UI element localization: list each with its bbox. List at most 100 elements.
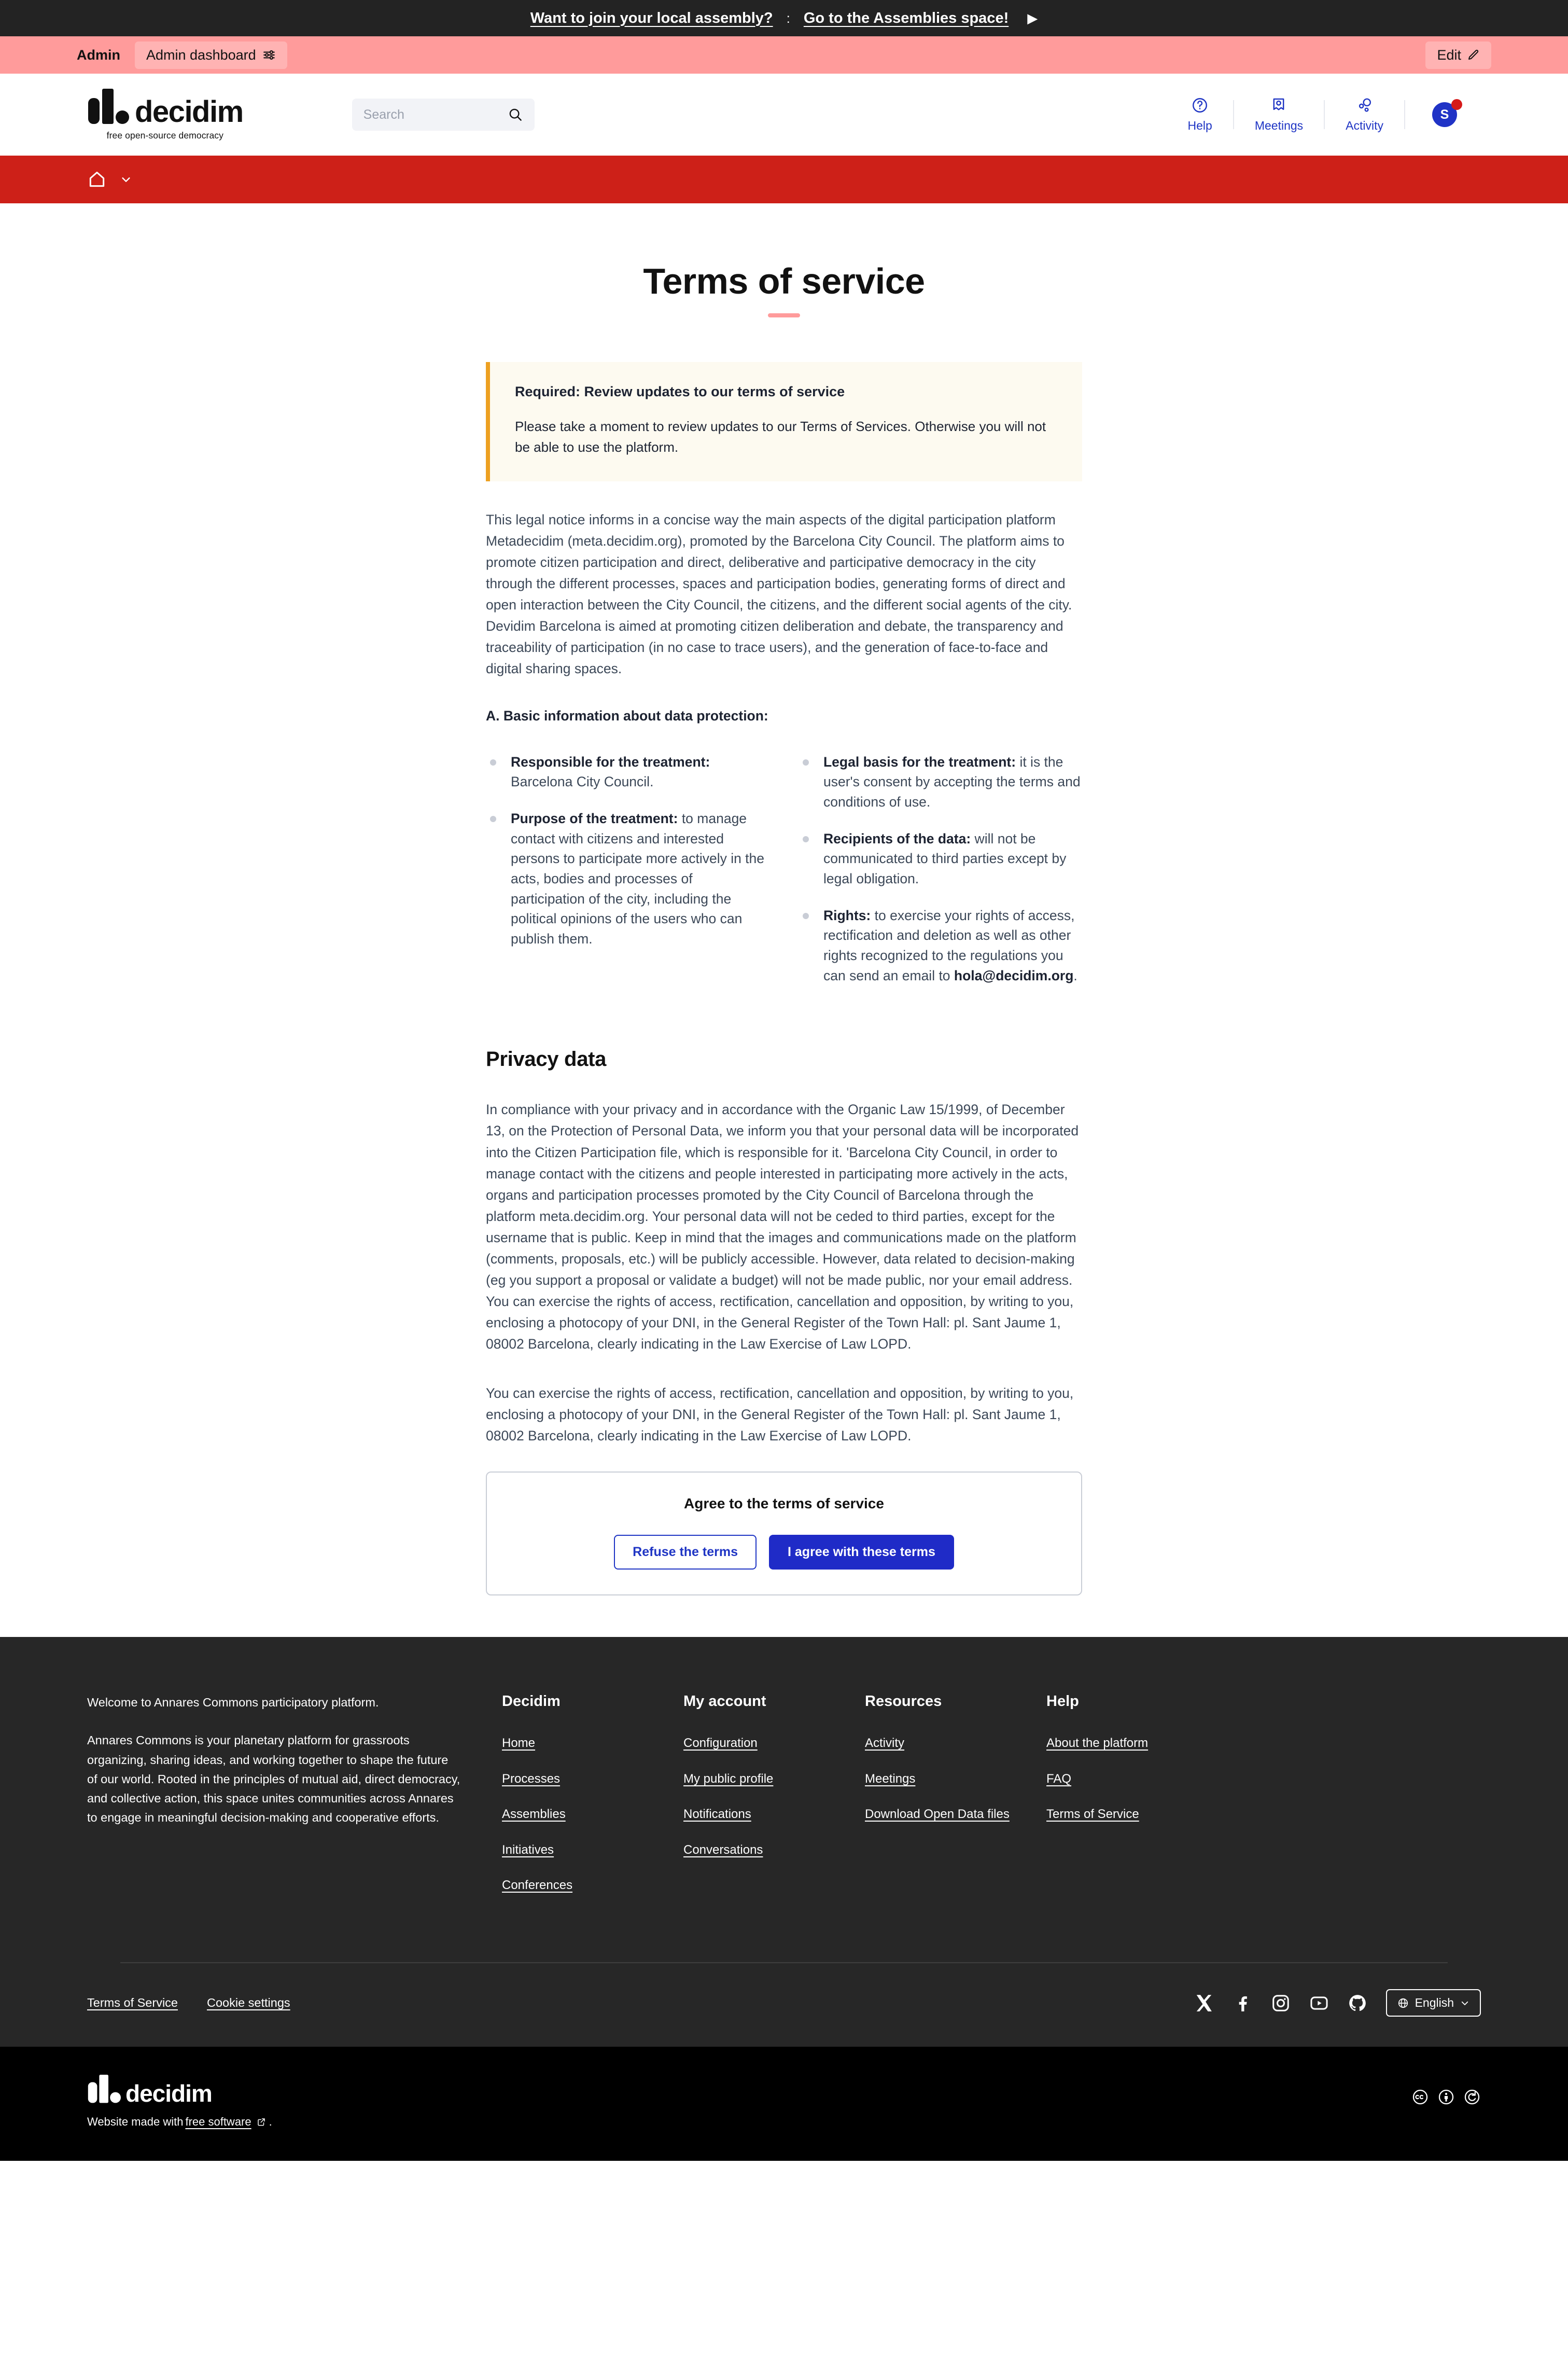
privacy-data-heading: Privacy data [486, 1048, 607, 1071]
list-item: Rights: to exercise your rights of acces… [799, 906, 1082, 986]
data-protection-columns: Responsible for the treatment: Barcelona… [486, 752, 1082, 1003]
callout-title: Required: Review updates to our terms of… [515, 384, 845, 399]
home-icon[interactable] [87, 170, 107, 189]
bullets-column-right: Legal basis for the treatment: it is the… [799, 752, 1082, 1003]
footer-link-faq[interactable]: FAQ [1046, 1771, 1202, 1787]
external-link-icon [254, 2117, 269, 2127]
search-input[interactable] [363, 107, 508, 122]
bottom-link-terms-of-service[interactable]: Terms of Service [87, 1996, 178, 2010]
footer-column-help: Help About the platform FAQ Terms of Ser… [1046, 1693, 1249, 1912]
creative-commons-by-icon [1437, 2088, 1455, 2106]
language-label: English [1415, 1996, 1454, 2010]
header-action-meetings[interactable]: Meetings [1234, 96, 1324, 133]
footer-link-conversations[interactable]: Conversations [683, 1842, 839, 1858]
agree-terms-button[interactable]: I agree with these terms [769, 1535, 954, 1570]
title-underline [768, 313, 800, 317]
footer-link-notifications[interactable]: Notifications [683, 1806, 839, 1823]
creative-commons-sa-icon [1463, 2088, 1481, 2106]
section-a-heading: A. Basic information about data protecti… [486, 707, 768, 724]
footer-column-resources: Resources Activity Meetings Download Ope… [865, 1693, 1046, 1912]
globe-icon [1397, 1997, 1409, 2009]
youtube-icon[interactable] [1309, 1993, 1329, 2013]
footer-brand-text: decidim [125, 2080, 213, 2107]
header-action-help[interactable]: Help [1167, 96, 1233, 133]
admin-bar: Admin Admin dashboard Edit [0, 36, 1568, 74]
footer-link-home[interactable]: Home [502, 1735, 657, 1752]
decidim-logo-text: decidim [135, 95, 244, 129]
contact-email: hola@decidim.org [954, 967, 1074, 983]
announcement-arrow-icon[interactable]: ▶ [1027, 10, 1038, 26]
admin-dashboard-button[interactable]: Admin dashboard [135, 41, 287, 69]
header-action-activity[interactable]: Activity [1325, 96, 1404, 133]
chevron-down-icon[interactable] [120, 174, 132, 185]
footer-link-conferences[interactable]: Conferences [502, 1877, 657, 1894]
logo-tagline: free open-source democracy [106, 130, 224, 141]
list-item: Recipients of the data: will not be comm… [799, 829, 1082, 889]
bullet-term: Recipients of the data: [823, 830, 971, 846]
footer-link-initiatives[interactable]: Initiatives [502, 1842, 657, 1858]
footer-link-about-the-platform[interactable]: About the platform [1046, 1735, 1202, 1752]
announcement-question[interactable]: Want to join your local assembly? [530, 10, 773, 27]
footer-link-my-public-profile[interactable]: My public profile [683, 1771, 839, 1787]
footer-column-heading: Resources [865, 1693, 942, 1710]
license-icons [1411, 2075, 1481, 2106]
question-circle-icon [1191, 96, 1209, 114]
bullet-suffix: . [1073, 967, 1077, 983]
facebook-icon[interactable] [1233, 1993, 1252, 2013]
announcement-link[interactable]: Go to the Assemblies space! [804, 10, 1009, 27]
bullets-column-left: Responsible for the treatment: Barcelona… [486, 752, 769, 1003]
footer-column-heading: Decidim [502, 1693, 561, 1710]
footer-link-terms-of-service[interactable]: Terms of Service [1046, 1806, 1202, 1823]
footer-link-processes[interactable]: Processes [502, 1771, 657, 1787]
announcement-separator: : [786, 10, 790, 26]
creative-commons-icon [1411, 2088, 1429, 2106]
bullet-term: Rights: [823, 907, 871, 923]
bottom-link-cookie-settings[interactable]: Cookie settings [207, 1996, 290, 2010]
footer-about: Welcome to Annares Commons participatory… [87, 1693, 502, 1912]
bullet-term: Responsible for the treatment: [511, 754, 710, 770]
language-selector[interactable]: English [1385, 1989, 1481, 2017]
admin-label: Admin [77, 47, 120, 63]
footer-link-assemblies[interactable]: Assemblies [502, 1806, 657, 1823]
bullet-text: to manage contact with citizens and inte… [511, 810, 765, 947]
refuse-terms-button[interactable]: Refuse the terms [614, 1535, 757, 1570]
search-box[interactable] [352, 99, 535, 131]
footer-column-heading: My account [683, 1693, 766, 1710]
footer-column-my-account: My account Configuration My public profi… [683, 1693, 865, 1912]
footer-column-heading: Help [1046, 1693, 1079, 1710]
admin-edit-label: Edit [1437, 47, 1461, 63]
site-footer: Welcome to Annares Commons participatory… [0, 1637, 1568, 2161]
notification-dot-icon [1451, 99, 1462, 110]
list-item: Responsible for the treatment: Barcelona… [486, 752, 769, 792]
footer-link-configuration[interactable]: Configuration [683, 1735, 839, 1752]
header-action-meetings-label: Meetings [1254, 119, 1304, 132]
decidim-logo-mark [87, 2075, 125, 2104]
made-with-prefix: Website made with [87, 2115, 184, 2129]
x-twitter-icon[interactable] [1194, 1993, 1214, 2013]
free-software-link[interactable]: free software [185, 2115, 251, 2129]
instagram-icon[interactable] [1271, 1993, 1291, 2013]
announcement-bar: Want to join your local assembly? : Go t… [0, 0, 1568, 36]
map-pin-icon [1270, 96, 1287, 114]
intro-paragraph: This legal notice informs in a concise w… [486, 512, 1072, 677]
admin-edit-button[interactable]: Edit [1425, 41, 1491, 69]
footer-link-meetings[interactable]: Meetings [865, 1771, 1020, 1787]
footer-link-download-open-data[interactable]: Download Open Data files [865, 1806, 1020, 1823]
footer-link-activity[interactable]: Activity [865, 1735, 1020, 1752]
site-header: decidim free open-source democracy Searc… [0, 74, 1568, 156]
decidim-logo-mark [87, 88, 135, 125]
user-avatar-button[interactable]: S [1405, 99, 1481, 127]
search-icon[interactable] [508, 107, 523, 122]
github-icon[interactable] [1348, 1993, 1367, 2013]
site-logo[interactable]: decidim free open-source democracy [87, 88, 244, 141]
bullet-term: Purpose of the treatment: [511, 810, 678, 826]
chevron-down-icon [1460, 1998, 1469, 2008]
page-title-section: Terms of service [0, 203, 1568, 317]
primary-navbar [0, 156, 1568, 203]
header-action-activity-label: Activity [1346, 119, 1383, 132]
pencil-icon [1467, 49, 1480, 61]
activity-bubbles-icon [1356, 96, 1374, 114]
header-action-help-label: Help [1187, 119, 1212, 132]
privacy-paragraph-2: You can exercise the rights of access, r… [486, 1385, 1074, 1444]
made-with-suffix: . [269, 2115, 272, 2129]
